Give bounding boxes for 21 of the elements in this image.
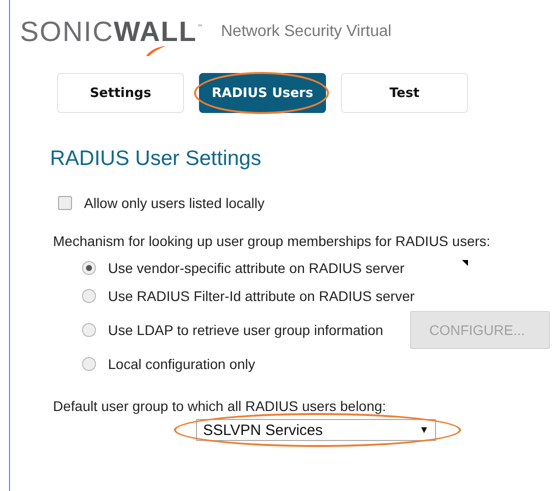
- checkbox[interactable]: [58, 196, 72, 210]
- product-name: Network Security Virtual: [221, 23, 392, 41]
- radio-label: Use vendor-specific attribute on RADIUS server: [108, 260, 404, 276]
- tab[interactable]: RADIUS Users: [199, 73, 326, 113]
- group-dropdown[interactable]: SSLVPN Services ▼: [196, 419, 436, 441]
- radio-label: Use LDAP to retrieve user group information: [108, 322, 384, 338]
- mechanism-label: Mechanism for looking up user group memberships for RADIUS users:: [53, 233, 492, 249]
- default-group-label: Default user group to which all RADIUS users belong:: [53, 398, 388, 414]
- swoosh-icon: [145, 45, 167, 57]
- checkbox-label: Allow only users listed locally: [84, 195, 265, 211]
- radio-button[interactable]: [82, 357, 96, 371]
- radio-button[interactable]: [82, 289, 96, 303]
- cursor-icon: [462, 260, 468, 266]
- radio-button[interactable]: [82, 261, 96, 275]
- logo-text: SONICWALL: [20, 20, 197, 44]
- radio-label: Local configuration only: [108, 356, 256, 372]
- radio-label: Use RADIUS Filter-Id attribute on RADIUS server: [108, 288, 415, 304]
- radio-button[interactable]: [82, 323, 96, 337]
- tab[interactable]: Test: [341, 73, 468, 113]
- section-title: RADIUS User Settings: [50, 147, 262, 171]
- tab[interactable]: Settings: [57, 73, 184, 113]
